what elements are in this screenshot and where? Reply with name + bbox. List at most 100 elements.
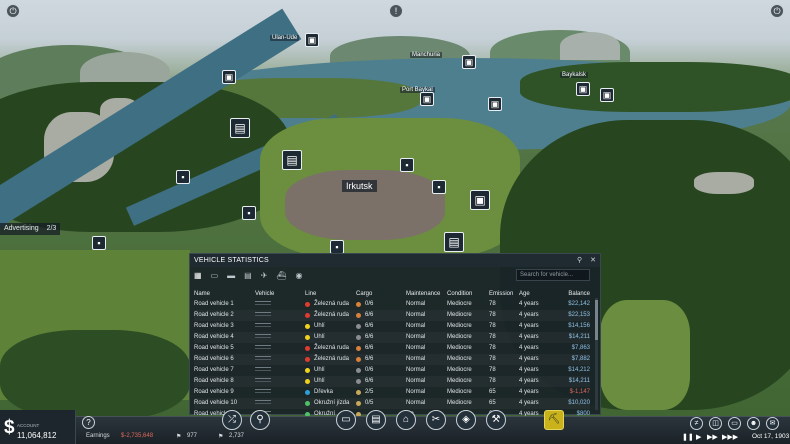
exit-menu-button[interactable]: ⏻ <box>6 4 20 18</box>
condition-value: Mediocre <box>447 356 472 362</box>
cargo-cell: 6/6 <box>356 332 406 343</box>
station-marker-icon[interactable]: ▣ <box>488 97 502 111</box>
table-row[interactable]: Road vehicle 8 Uhlí 6/6 Normal Mediocre 78 4 y… <box>194 376 590 387</box>
line-cell[interactable]: Uhlí <box>305 332 356 343</box>
condition-value: Mediocre <box>447 334 472 340</box>
table-row[interactable]: Road vehicle 1 Železná ruda 0/6 Normal Medio… <box>194 299 590 310</box>
road-vehicle-tool-button[interactable]: ▭ <box>336 410 356 430</box>
table-scrollbar[interactable] <box>595 298 598 410</box>
overview-button[interactable]: ◫ <box>709 417 722 430</box>
station-marker-icon[interactable]: ▣ <box>305 33 319 47</box>
station-marker-icon[interactable]: ▣ <box>420 92 434 106</box>
pause-icon[interactable]: ❚❚ <box>682 433 694 441</box>
column-header-age[interactable]: Age <box>519 289 552 300</box>
cargo-type-icon <box>356 390 361 395</box>
table-row[interactable]: Road vehicle 5 Železná ruda 6/6 Normal Medio… <box>194 343 590 354</box>
window-title[interactable]: VEHICLE STATISTICS <box>190 254 600 267</box>
close-icon[interactable]: ✕ <box>590 257 596 264</box>
depot-marker-icon[interactable]: ▤ <box>282 150 302 170</box>
column-header-vehicle[interactable]: Vehicle <box>255 289 305 300</box>
column-header-condition[interactable]: Condition <box>447 289 489 300</box>
city-label-irkutsk[interactable]: Irkutsk <box>342 180 377 192</box>
table-row[interactable]: Road vehicle 3 Uhlí 6/6 Normal Mediocre 78 4 y… <box>194 321 590 332</box>
fast-forward-icon[interactable]: ▶▶ <box>707 433 718 441</box>
vehicle-name: Road vehicle 9 <box>194 389 234 395</box>
bus-stop-marker-icon[interactable]: ▪ <box>330 240 344 254</box>
ship-filter-icon[interactable]: ⛴ <box>276 271 286 280</box>
bus-stop-marker-icon[interactable]: ▪ <box>176 170 190 184</box>
station-marker-icon[interactable]: ▣ <box>576 82 590 96</box>
rail-tool-button[interactable]: ▤ <box>366 410 386 430</box>
line-cell[interactable]: Uhlí <box>305 365 356 376</box>
station-marker-icon[interactable]: ▣ <box>222 70 236 84</box>
column-header-maintenance[interactable]: Maintenance <box>406 289 447 300</box>
line-cell[interactable]: Železná ruda <box>305 343 356 354</box>
account-panel[interactable]: $ ACCOUNT 11,064,812 <box>0 410 76 444</box>
advertising-panel[interactable]: Advertising 2/3 <box>0 223 61 235</box>
cargo-type-icon <box>356 335 361 340</box>
station-marker-icon[interactable]: ▣ <box>462 55 476 69</box>
table-row[interactable]: Road vehicle 10 Okružní jízda 0/5 Normal Med… <box>194 398 590 409</box>
place-label-ulan-ude[interactable]: Ulan-Ude <box>270 35 300 41</box>
depot-marker-icon[interactable]: ▣ <box>470 190 490 210</box>
help-button[interactable]: ? <box>82 416 95 429</box>
play-icon[interactable]: ▶ <box>696 433 701 441</box>
line-cell[interactable]: Okružní jízda <box>305 398 356 409</box>
cargo-cell: 6/6 <box>356 321 406 332</box>
plane-filter-icon[interactable]: ✈ <box>261 271 268 280</box>
line-cell[interactable]: Uhlí <box>305 321 356 332</box>
bus-stop-marker-icon[interactable]: ▪ <box>432 180 446 194</box>
age-value: 4 years <box>519 367 539 373</box>
vehicle-search-input[interactable]: Search for vehicle... <box>516 269 590 281</box>
column-header-cargo[interactable]: Cargo <box>356 289 406 300</box>
people-button[interactable]: ☻ <box>747 417 760 430</box>
place-label-baykalsk[interactable]: Baykalsk <box>560 72 589 78</box>
maintenance-value: Normal <box>406 323 426 329</box>
table-row[interactable]: Road vehicle 6 Železná ruda 6/6 Normal Medio… <box>194 354 590 365</box>
info-button[interactable]: ! <box>389 4 403 18</box>
table-row[interactable]: Road vehicle 7 Uhlí 0/6 Normal Mediocre 78 4 y… <box>194 365 590 376</box>
condition-value: Mediocre <box>447 400 472 406</box>
vehicles-button[interactable]: ▭ <box>728 417 741 430</box>
bus-stop-marker-icon[interactable]: ▪ <box>92 236 106 250</box>
notifications-button[interactable]: ✉ <box>766 417 779 430</box>
truck-filter-icon[interactable]: ▬ <box>227 271 235 280</box>
vehicle-statistics-window[interactable]: VEHICLE STATISTICS ⚲ ✕ ▦ ▭ ▬ ▤ ✈ ⛴ ◉ Sea… <box>189 253 601 417</box>
depot-tool-button[interactable]: ⌂ <box>396 410 416 430</box>
eye-icon[interactable]: ◉ <box>296 271 303 280</box>
train-filter-icon[interactable]: ▤ <box>244 271 252 280</box>
pin-window-icon[interactable]: ⚲ <box>577 257 582 264</box>
line-cell[interactable]: Železná ruda <box>305 354 356 365</box>
place-label-manchuria[interactable]: Manchuria <box>410 52 443 58</box>
table-row[interactable]: Road vehicle 4 Uhlí 6/6 Normal Mediocre 78 4 y… <box>194 332 590 343</box>
water-tool-button[interactable]: ◈ <box>456 410 476 430</box>
construction-tool-button[interactable]: ⛏ <box>544 410 564 430</box>
bulldozer-tool-button[interactable]: ⚒ <box>486 410 506 430</box>
column-header-name[interactable]: Name <box>194 289 255 300</box>
fastest-icon[interactable]: ▶▶▶ <box>722 433 738 441</box>
column-header-emission[interactable]: Emission <box>489 289 519 300</box>
scrollbar-thumb[interactable] <box>595 300 598 340</box>
depot-marker-icon[interactable]: ▤ <box>444 232 464 252</box>
shuffle-tool-button[interactable]: ⤮ <box>222 410 242 430</box>
lines-tool-button[interactable]: ⚲ <box>250 410 270 430</box>
vehicle-name: Road vehicle 2 <box>194 312 234 318</box>
station-marker-icon[interactable]: ▣ <box>600 88 614 102</box>
bus-stop-marker-icon[interactable]: ▪ <box>400 158 414 172</box>
table-row[interactable]: Road vehicle 2 Železná ruda 6/6 Normal Medio… <box>194 310 590 321</box>
power-button[interactable]: ⏻ <box>770 4 784 18</box>
table-row[interactable]: Road vehicle 9 Dřevka 2/5 Normal Mediocre 65 4… <box>194 387 590 398</box>
line-cell[interactable]: Železná ruda <box>305 299 356 310</box>
all-vehicles-filter-icon[interactable]: ▦ <box>194 271 202 280</box>
emission-value: 78 <box>489 356 496 362</box>
line-cell[interactable]: Uhlí <box>305 376 356 387</box>
column-header-line[interactable]: Line <box>305 289 356 300</box>
line-cell[interactable]: Železná ruda <box>305 310 356 321</box>
terrain-tool-button[interactable]: ✂ <box>426 410 446 430</box>
depot-marker-icon[interactable]: ▤ <box>230 118 250 138</box>
bus-stop-marker-icon[interactable]: ▪ <box>242 206 256 220</box>
column-header-balance[interactable]: Balance <box>552 289 590 300</box>
finance-button[interactable]: ≠ <box>690 417 703 430</box>
bus-filter-icon[interactable]: ▭ <box>211 271 219 280</box>
line-cell[interactable]: Dřevka <box>305 387 356 398</box>
